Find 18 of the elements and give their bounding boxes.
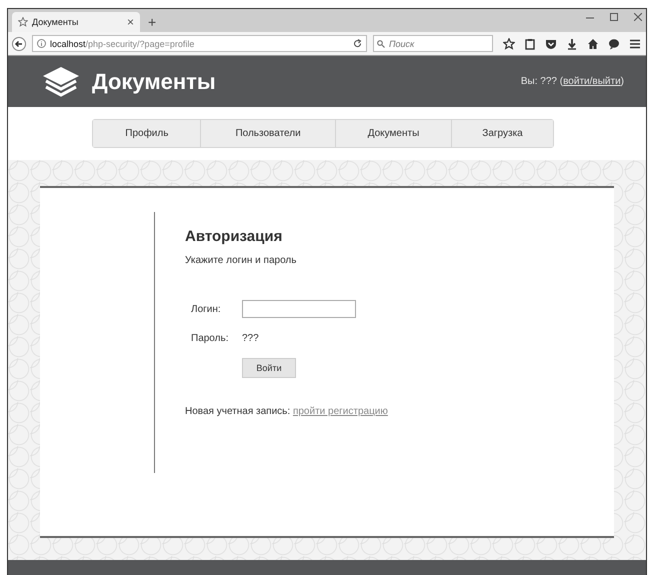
- new-tab-button[interactable]: +: [148, 14, 156, 30]
- form-subtitle: Укажите логин и пароль: [185, 255, 298, 266]
- nav-tab[interactable]: Загрузка: [451, 120, 553, 147]
- close-tab-button[interactable]: ×: [126, 15, 134, 29]
- search-field[interactable]: Поиск: [373, 35, 493, 52]
- login-logout-link[interactable]: войти/выйти: [563, 76, 621, 87]
- site-title: Документы: [92, 68, 216, 94]
- user-status: Вы: ??? (войти/выйти): [520, 76, 624, 87]
- url-text: localhost/php-security/?page=profile: [50, 38, 194, 48]
- field-label: Логин:: [191, 304, 222, 314]
- form-heading: Авторизация: [185, 228, 284, 245]
- register-link[interactable]: пройти регистрацию: [292, 406, 388, 417]
- login-button[interactable]: Войти: [242, 358, 296, 378]
- browser-tab[interactable]: Документы ×: [12, 12, 140, 32]
- field-label: Пароль:: [191, 332, 230, 344]
- field-value: ???: [242, 332, 259, 344]
- address-bar[interactable]: localhost/php-security/?page=profile: [32, 35, 367, 52]
- register-text: Новая учетная запись: пройти регистрацию: [185, 406, 389, 417]
